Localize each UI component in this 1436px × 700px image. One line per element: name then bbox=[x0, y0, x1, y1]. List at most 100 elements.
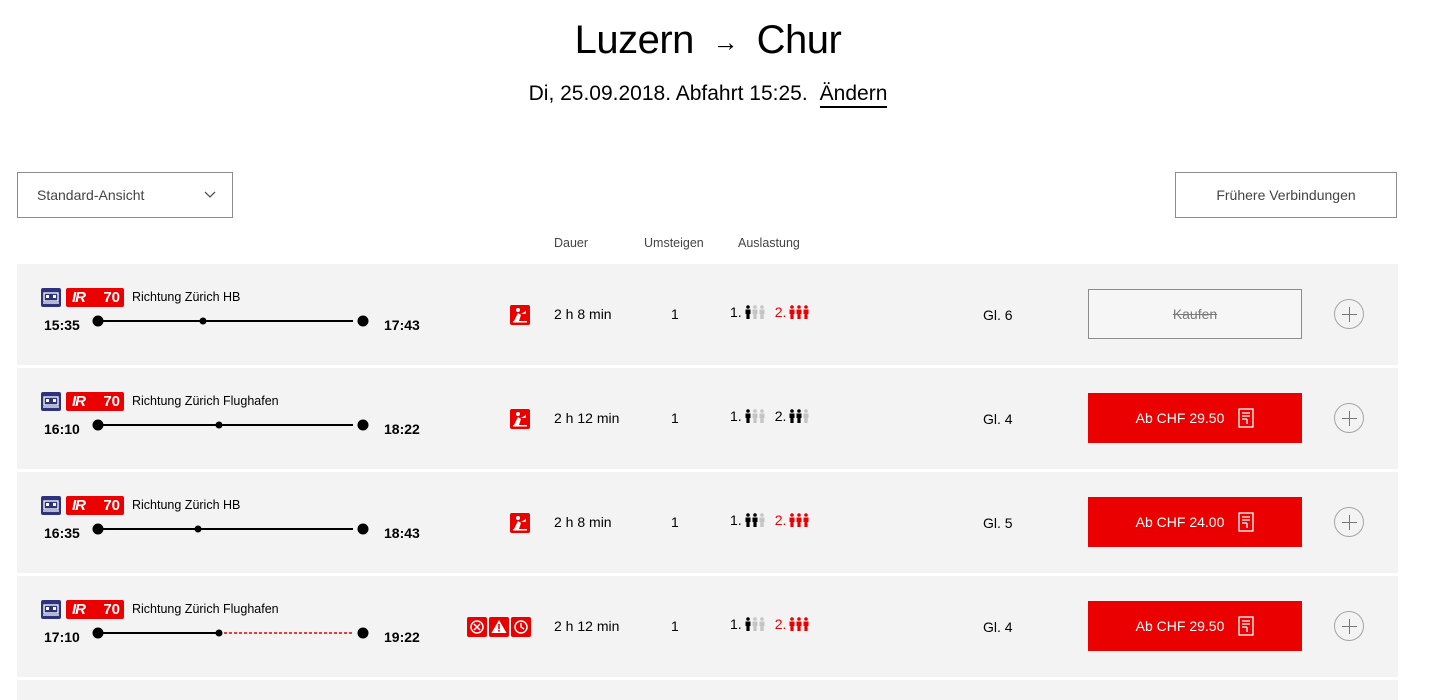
direction-label: Richtung Zürich HB bbox=[132, 290, 241, 304]
class1-label: 1. bbox=[730, 616, 742, 632]
class2-label: 2. bbox=[774, 616, 787, 632]
title-arrow: → bbox=[712, 26, 739, 57]
buy-button[interactable]: Kaufen bbox=[1088, 289, 1302, 339]
origin-stop bbox=[92, 419, 104, 431]
construction-icon-wrapper bbox=[510, 305, 530, 330]
class1-person-icon bbox=[745, 409, 751, 423]
ticket-icon bbox=[1238, 408, 1255, 428]
class2-label: 2. bbox=[774, 408, 787, 424]
duration-value: 2 h 12 min bbox=[554, 618, 620, 634]
class1-person-icon bbox=[759, 409, 765, 423]
clock-icon bbox=[511, 617, 531, 637]
class2-person-icon bbox=[789, 305, 795, 319]
class2-person-icon bbox=[789, 409, 795, 423]
transfer-stop bbox=[199, 317, 207, 325]
train-loco-icon bbox=[41, 600, 61, 619]
direction-label: Richtung Zürich Flughafen bbox=[132, 394, 279, 408]
class1-person-icon bbox=[745, 617, 751, 631]
earlier-connections-button[interactable]: Frühere Verbindungen bbox=[1175, 172, 1397, 218]
direction-label: Richtung Zürich Flughafen bbox=[132, 602, 279, 616]
line-number: 70 bbox=[103, 289, 120, 306]
departure-time: 16:10 bbox=[44, 421, 80, 437]
journey-timeline bbox=[92, 627, 369, 639]
ticket-icon bbox=[1238, 616, 1255, 636]
expand-details-button[interactable] bbox=[1334, 507, 1364, 537]
line-number: 70 bbox=[103, 497, 120, 514]
journey-timeline bbox=[92, 315, 369, 327]
arrival-time: 18:22 bbox=[384, 421, 420, 437]
title-to: Chur bbox=[756, 18, 842, 62]
buy-button[interactable]: Ab CHF 29.50 bbox=[1088, 601, 1302, 651]
expand-details-button[interactable] bbox=[1334, 611, 1364, 641]
train-category: IR bbox=[72, 497, 86, 514]
expand-details-button[interactable] bbox=[1334, 403, 1364, 433]
column-header-duration: Dauer bbox=[554, 236, 589, 250]
class1-person-icon bbox=[752, 409, 758, 423]
buy-button[interactable]: Ab CHF 24.00 bbox=[1088, 497, 1302, 547]
construction-icon bbox=[510, 305, 530, 325]
construction-icon bbox=[510, 409, 530, 429]
class1-person-icon bbox=[759, 617, 765, 631]
class1-label: 1. bbox=[730, 304, 742, 320]
warning-icon bbox=[489, 617, 509, 637]
warning-icon-wrapper bbox=[489, 617, 509, 642]
search-summary: Di, 25.09.2018. Abfahrt 15:25. Ändern bbox=[0, 82, 1416, 108]
class2-label: 2. bbox=[774, 304, 787, 320]
page-title: Luzern → Chur bbox=[0, 18, 1416, 63]
transfer-stop bbox=[194, 525, 202, 533]
class2-person-icon bbox=[796, 513, 802, 527]
connection-row[interactable]: IR 70 Richtung Zürich Flughafen 16:10 18… bbox=[17, 368, 1398, 469]
class1-person-icon bbox=[745, 513, 751, 527]
duration-value: 2 h 8 min bbox=[554, 306, 612, 322]
track-label: Gl. 4 bbox=[983, 411, 1013, 427]
occupancy: 1. 2. bbox=[730, 408, 819, 424]
class1-person-icon bbox=[759, 513, 765, 527]
class1-person-icon bbox=[752, 305, 758, 319]
origin-stop bbox=[92, 315, 104, 327]
line-number: 70 bbox=[103, 601, 120, 618]
buy-button-label: Ab CHF 29.50 bbox=[1135, 410, 1225, 426]
transfer-stop bbox=[215, 629, 223, 637]
line-badge: IR 70 bbox=[66, 600, 124, 619]
connection-row[interactable]: IR 70 Richtung Zürich HB 15:35 17:43 2 h… bbox=[17, 264, 1398, 365]
train-loco-icon bbox=[41, 392, 61, 411]
change-link[interactable]: Ändern bbox=[819, 82, 888, 108]
line-number: 70 bbox=[103, 393, 120, 410]
journey-timeline bbox=[92, 419, 369, 431]
direction-label: Richtung Zürich HB bbox=[132, 498, 241, 512]
class2-person-icon bbox=[789, 513, 795, 527]
buy-button[interactable]: Ab CHF 29.50 bbox=[1088, 393, 1302, 443]
occupancy: 1. 2. bbox=[730, 616, 819, 632]
occupancy: 1. 2. bbox=[730, 304, 819, 320]
class1-label: 1. bbox=[730, 408, 742, 424]
buy-button-label: Ab CHF 29.50 bbox=[1135, 618, 1225, 634]
buy-button-label: Ab CHF 24.00 bbox=[1135, 514, 1225, 530]
class1-person-icon bbox=[752, 513, 758, 527]
arrival-time: 19:22 bbox=[384, 629, 420, 645]
train-category: IR bbox=[72, 393, 86, 410]
transfers-value: 1 bbox=[671, 514, 679, 530]
transfers-value: 1 bbox=[671, 410, 679, 426]
departure-time: 17:10 bbox=[44, 629, 80, 645]
date-line: Di, 25.09.2018. Abfahrt 15:25. bbox=[528, 82, 808, 105]
construction-icon-wrapper bbox=[510, 409, 530, 434]
transfers-value: 1 bbox=[671, 306, 679, 322]
line-badge: IR 70 bbox=[66, 392, 124, 411]
connection-row[interactable]: IR 70 Richtung Zürich Flughafen 17:10 19… bbox=[17, 576, 1398, 677]
buy-button-label: Kaufen bbox=[1172, 306, 1218, 322]
class2-person-icon bbox=[796, 617, 802, 631]
cancelled-icon-wrapper bbox=[467, 617, 487, 642]
transfer-stop bbox=[215, 421, 223, 429]
connection-row-partial[interactable] bbox=[17, 680, 1398, 700]
train-loco-icon bbox=[41, 288, 61, 307]
class2-label: 2. bbox=[774, 512, 787, 528]
class2-person-icon bbox=[796, 409, 802, 423]
connection-row[interactable]: IR 70 Richtung Zürich HB 16:35 18:43 2 h… bbox=[17, 472, 1398, 573]
departure-time: 15:35 bbox=[44, 317, 80, 333]
view-select[interactable]: Standard-Ansicht bbox=[17, 172, 233, 218]
chevron-down-icon bbox=[204, 191, 216, 198]
expand-details-button[interactable] bbox=[1334, 299, 1364, 329]
train-loco-icon bbox=[41, 496, 61, 515]
duration-value: 2 h 8 min bbox=[554, 514, 612, 530]
column-header-occupancy: Auslastung bbox=[738, 236, 800, 250]
